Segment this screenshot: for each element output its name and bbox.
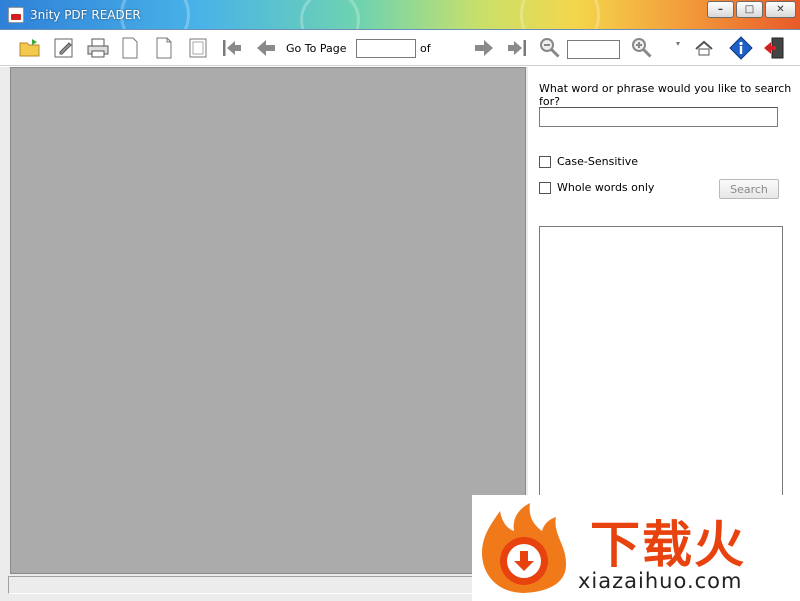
rotate-icon[interactable] — [666, 36, 690, 60]
maximize-button[interactable]: □ — [736, 1, 763, 18]
whole-words-option[interactable]: Whole words only — [539, 181, 654, 194]
watermark-url: xiazaihuo.com — [578, 569, 743, 593]
close-button[interactable]: ✕ — [765, 1, 796, 18]
page-number-input[interactable] — [356, 39, 416, 58]
print-icon[interactable] — [86, 36, 110, 60]
info-icon[interactable] — [729, 36, 753, 60]
whole-words-label: Whole words only — [557, 181, 655, 194]
previous-page-icon[interactable] — [254, 36, 278, 60]
zoom-in-icon[interactable] — [630, 36, 654, 60]
home-icon[interactable] — [692, 36, 716, 60]
last-page-icon[interactable] — [505, 36, 529, 60]
title-decoration — [520, 0, 600, 29]
flame-logo-icon — [482, 503, 566, 593]
single-page-icon[interactable] — [118, 36, 142, 60]
search-prompt-label: What word or phrase would you like to se… — [539, 82, 792, 108]
page-count-label: of — [420, 42, 431, 55]
status-field — [8, 576, 478, 594]
search-button[interactable]: Search — [719, 179, 779, 199]
first-page-icon[interactable] — [220, 36, 244, 60]
edit-document-icon[interactable] — [52, 36, 76, 60]
fit-page-icon[interactable] — [186, 36, 210, 60]
toolbar: Go To Page of — [0, 30, 800, 66]
facing-page-icon[interactable] — [152, 36, 176, 60]
whole-words-checkbox[interactable] — [539, 181, 551, 194]
search-input[interactable] — [539, 107, 778, 127]
open-folder-icon[interactable] — [18, 36, 42, 60]
minimize-button[interactable]: – — [707, 1, 734, 18]
case-sensitive-checkbox[interactable] — [539, 155, 551, 168]
next-page-icon[interactable] — [472, 36, 496, 60]
title-bar: 3nity PDF READER – □ ✕ — [0, 0, 800, 30]
case-sensitive-option[interactable]: Case-Sensitive — [539, 155, 638, 168]
title-decoration — [300, 0, 360, 29]
window-title: 3nity PDF READER — [30, 8, 141, 22]
search-results-list[interactable] — [539, 226, 783, 526]
go-to-page-label: Go To Page — [286, 42, 347, 55]
watermark-brand: 下载火 — [590, 516, 746, 574]
app-logo-icon — [8, 7, 24, 23]
watermark: 下载火 xiazaihuo.com — [472, 495, 800, 601]
case-sensitive-label: Case-Sensitive — [557, 155, 639, 168]
exit-icon[interactable] — [762, 36, 786, 60]
zoom-level-input[interactable] — [567, 40, 620, 59]
document-view[interactable] — [10, 67, 526, 574]
zoom-out-icon[interactable] — [538, 36, 562, 60]
